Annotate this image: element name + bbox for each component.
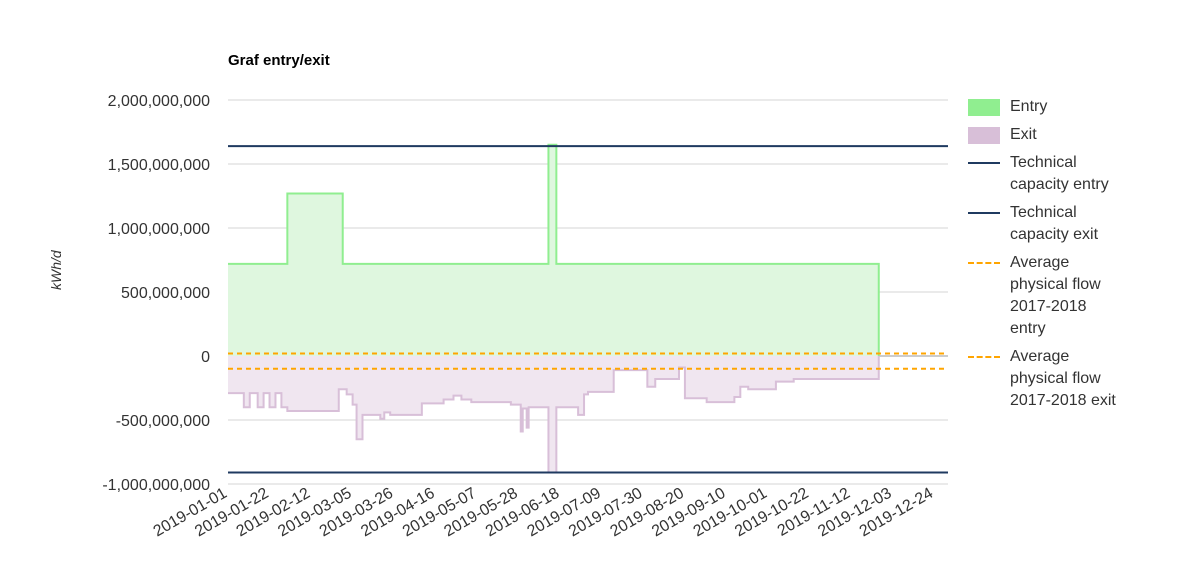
area-fill-exit — [228, 356, 879, 473]
legend-item[interactable]: Entry — [966, 96, 1166, 118]
legend-label: Technical capacity exit — [1010, 204, 1099, 243]
y-tick-label: 1,500,000,000 — [108, 157, 210, 174]
legend-swatch — [966, 96, 1002, 118]
y-tick-label: 500,000,000 — [121, 285, 210, 302]
legend-swatch — [966, 202, 1002, 224]
legend-swatch — [966, 124, 1002, 146]
legend-swatch — [966, 346, 1002, 368]
legend-item[interactable]: Exit — [966, 124, 1166, 146]
legend-label: Exit — [1010, 126, 1037, 143]
y-tick-label: 2,000,000,000 — [108, 93, 210, 110]
legend-label: Average physical flow 2017-2018 exit — [1010, 348, 1116, 409]
legend-item[interactable]: Technical capacity exit — [966, 202, 1166, 246]
y-tick-label: -1,000,000,000 — [102, 477, 210, 494]
legend-label: Technical capacity entry — [1010, 154, 1109, 193]
legend-label: Entry — [1010, 98, 1048, 115]
y-tick-label: 0 — [201, 349, 210, 366]
y-tick-label: -500,000,000 — [116, 413, 210, 430]
chart-root: Graf entry/exit kWh/d 2,000,000,000 1,500… — [0, 0, 1177, 587]
legend: Entry Exit Technical capacity entry Technica… — [966, 96, 1166, 418]
legend-item[interactable]: Technical capacity entry — [966, 152, 1166, 196]
area-fill-entry — [228, 144, 879, 356]
area-series — [228, 143, 880, 474]
legend-item[interactable]: Average physical flow 2017-2018 entry — [966, 252, 1166, 340]
y-tick-labels: 2,000,000,000 1,500,000,000 1,000,000,000 5… — [102, 93, 210, 494]
legend-item[interactable]: Average physical flow 2017-2018 exit — [966, 346, 1166, 412]
legend-label: Average physical flow 2017-2018 entry — [1010, 254, 1101, 337]
y-tick-label: 1,000,000,000 — [108, 221, 210, 238]
x-tick-labels: 2019-01-012019-01-222019-02-122019-03-05… — [151, 485, 937, 541]
legend-swatch — [966, 252, 1002, 274]
legend-swatch — [966, 152, 1002, 174]
